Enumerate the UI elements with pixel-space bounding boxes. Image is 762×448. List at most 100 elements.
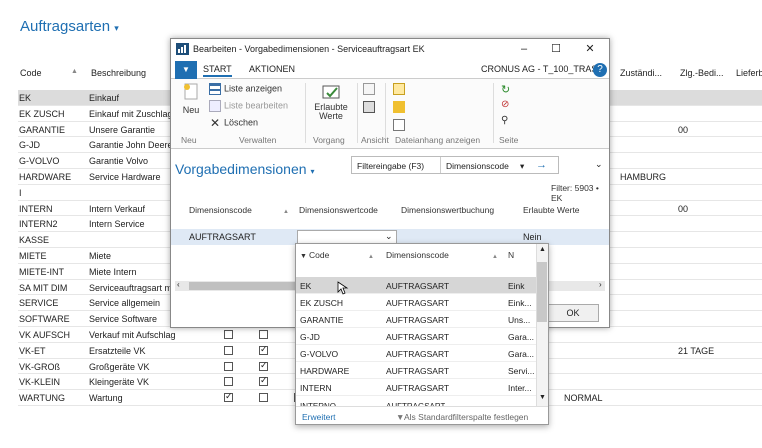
row-code: VK-ET — [19, 345, 46, 356]
scroll-left-icon[interactable]: ‹ — [177, 280, 180, 289]
list-item[interactable]: EK AUFTRAGSART Eink — [296, 277, 536, 294]
list-edit-icon — [209, 100, 221, 112]
delete-icon: ✕ — [209, 116, 221, 130]
sort-asc-icon: ▲ — [492, 254, 498, 260]
list-item[interactable]: INTERNOAUFTRAGSART — [296, 396, 536, 406]
clear-filter-icon[interactable]: ⊘ — [501, 99, 509, 110]
filter-box[interactable]: Filtereingabe (F3) Dimensionscode ▾ → — [351, 156, 559, 174]
refresh-icon[interactable]: ↻ — [501, 83, 510, 96]
dimension-value-input[interactable] — [297, 230, 397, 244]
filter-field-select[interactable]: Dimensionscode — [446, 161, 509, 171]
find-icon[interactable]: ⚲ — [501, 115, 508, 126]
row-description: Serviceauftragsart mit Dim. — [89, 282, 179, 293]
help-icon[interactable]: ? — [593, 63, 607, 77]
row-checkbox[interactable] — [224, 345, 233, 355]
row-checkbox[interactable] — [259, 360, 268, 371]
col-header-delivery[interactable]: Lieferb — [736, 68, 762, 78]
row-description: Unsere Garantie — [89, 124, 156, 135]
scroll-right-icon[interactable]: › — [599, 280, 602, 289]
close-icon[interactable]: ✕ — [577, 41, 603, 57]
lookup-scroll-thumb[interactable] — [537, 262, 547, 322]
row-checkbox[interactable] — [259, 330, 268, 339]
new-button[interactable]: Neu — [179, 83, 203, 115]
lookup-col-name[interactable]: N — [508, 250, 514, 260]
row-description: Einkauf mit Zuschlag — [89, 108, 173, 119]
view-icon-b[interactable] — [363, 101, 378, 113]
minimize-icon[interactable]: – — [511, 41, 537, 57]
attachment-icon-a[interactable] — [393, 83, 408, 95]
lookup-name: Eink — [508, 281, 525, 291]
lookup-name: Uns... — [508, 315, 531, 325]
app-menu-button[interactable]: ▼ — [175, 61, 197, 79]
col-dimension-code[interactable]: Dimensionscode — [189, 205, 252, 215]
list-item[interactable]: HARDWARE AUFTRAGSART Servi... — [296, 362, 536, 379]
list-edit-button[interactable]: Liste bearbeiten — [209, 100, 288, 112]
row-code: G-VOLVO — [19, 156, 60, 167]
filter-input[interactable]: Filtereingabe (F3) — [357, 161, 424, 171]
scroll-down-icon[interactable]: ▼ — [539, 394, 546, 401]
mouse-cursor-icon — [337, 281, 349, 295]
row-description: Intern Service — [89, 219, 145, 230]
row-description: Miete — [89, 251, 112, 261]
list-item[interactable]: G-JD AUFTRAGSART Gara... — [296, 328, 536, 345]
chevron-down-icon[interactable]: ⌄ — [385, 231, 393, 242]
ribbon-group-new: Neu — [181, 135, 197, 145]
list-item[interactable]: GARANTIE AUFTRAGSART Uns... — [296, 311, 536, 328]
row-checkbox[interactable] — [224, 330, 233, 339]
col-value-posting[interactable]: Dimensionswertbuchung — [401, 205, 494, 215]
col-header-responsible[interactable]: Zuständi... — [620, 68, 662, 78]
ribbon-group-attachment: Dateianhang anzeigen — [395, 135, 481, 145]
row-checkbox[interactable] — [224, 377, 233, 387]
company-name: CRONUS AG - T_100_TRAS... — [481, 64, 605, 74]
row-code: SERVICE — [19, 298, 59, 309]
row-checkbox[interactable] — [224, 391, 233, 403]
col-header-code[interactable]: Code — [20, 68, 42, 78]
row-code: EK ZUSCH — [19, 108, 65, 119]
ok-button[interactable]: OK — [547, 304, 599, 322]
col-allowed-values[interactable]: Erlaubte Werte — [523, 205, 580, 215]
row-code: SA MIT DIM — [19, 282, 68, 293]
tab-start[interactable]: START — [203, 64, 232, 77]
tab-actions[interactable]: AKTIONEN — [249, 64, 295, 74]
apply-filter-icon[interactable]: → — [536, 159, 547, 171]
row-description: Kleingeräte VK — [89, 377, 150, 388]
row-checkbox[interactable] — [259, 393, 268, 403]
row-checkbox[interactable] — [259, 344, 268, 355]
ribbon-group-manage: Verwalten — [239, 135, 277, 145]
lookup-col-dimension-code[interactable]: Dimensionscode — [386, 250, 449, 260]
col-dimension-value-code[interactable]: Dimensionswertcode — [299, 205, 378, 215]
chevron-down-icon[interactable]: ▾ — [520, 161, 524, 172]
advanced-link[interactable]: Erweitert — [302, 412, 336, 422]
set-default-filter-link[interactable]: Als Standardfilterspalte festlegen — [404, 412, 528, 422]
collapse-icon[interactable]: ⌄ — [595, 159, 603, 170]
list-item[interactable]: G-VOLVO AUFTRAGSART Gara... — [296, 345, 536, 362]
list-item[interactable]: EK ZUSCH AUFTRAGSART Eink... — [296, 294, 536, 311]
lookup-code: G-JD — [300, 332, 320, 342]
row-checkbox[interactable] — [224, 361, 233, 371]
row-code: INTERN2 — [19, 219, 58, 230]
row-description: Miete Intern — [89, 266, 137, 277]
scroll-thumb[interactable] — [189, 282, 299, 290]
dialog-titlebar[interactable]: Bearbeiten - Vorgabedimensionen - Servic… — [171, 39, 609, 59]
maximize-icon[interactable]: ☐ — [543, 41, 569, 57]
row-checkbox[interactable] — [259, 375, 268, 387]
col-header-description[interactable]: Beschreibung — [91, 68, 146, 78]
row-description: Service allgemein — [89, 298, 161, 309]
delete-button[interactable]: ✕ Löschen — [209, 117, 258, 129]
attachment-icon-b[interactable] — [393, 101, 408, 113]
allowed-values-icon — [322, 85, 340, 99]
dimension-value-lookup: ▼ Code ▲ Dimensionscode ▲ N EK AUFTRAGSAR… — [295, 243, 549, 425]
ribbon: Neu Liste anzeigen Liste bearbeiten ✕ Lös… — [171, 79, 609, 149]
sort-asc-icon: ▲ — [71, 68, 78, 75]
allowed-values-button[interactable]: Erlaubte Werte — [311, 83, 351, 121]
list-icon — [209, 83, 221, 95]
lookup-name: Eink... — [508, 298, 532, 308]
sort-asc-icon: ▲ — [368, 254, 374, 260]
col-header-payment-terms[interactable]: Zlg.-Bedi... — [680, 68, 724, 78]
view-icon-a[interactable] — [363, 83, 378, 95]
list-item[interactable]: INTERN AUFTRAGSART Inter... — [296, 379, 536, 396]
scroll-up-icon[interactable]: ▲ — [539, 246, 546, 253]
lookup-col-code[interactable]: Code — [309, 250, 329, 260]
list-show-button[interactable]: Liste anzeigen — [209, 83, 282, 95]
attachment-icon-c[interactable] — [393, 119, 408, 131]
